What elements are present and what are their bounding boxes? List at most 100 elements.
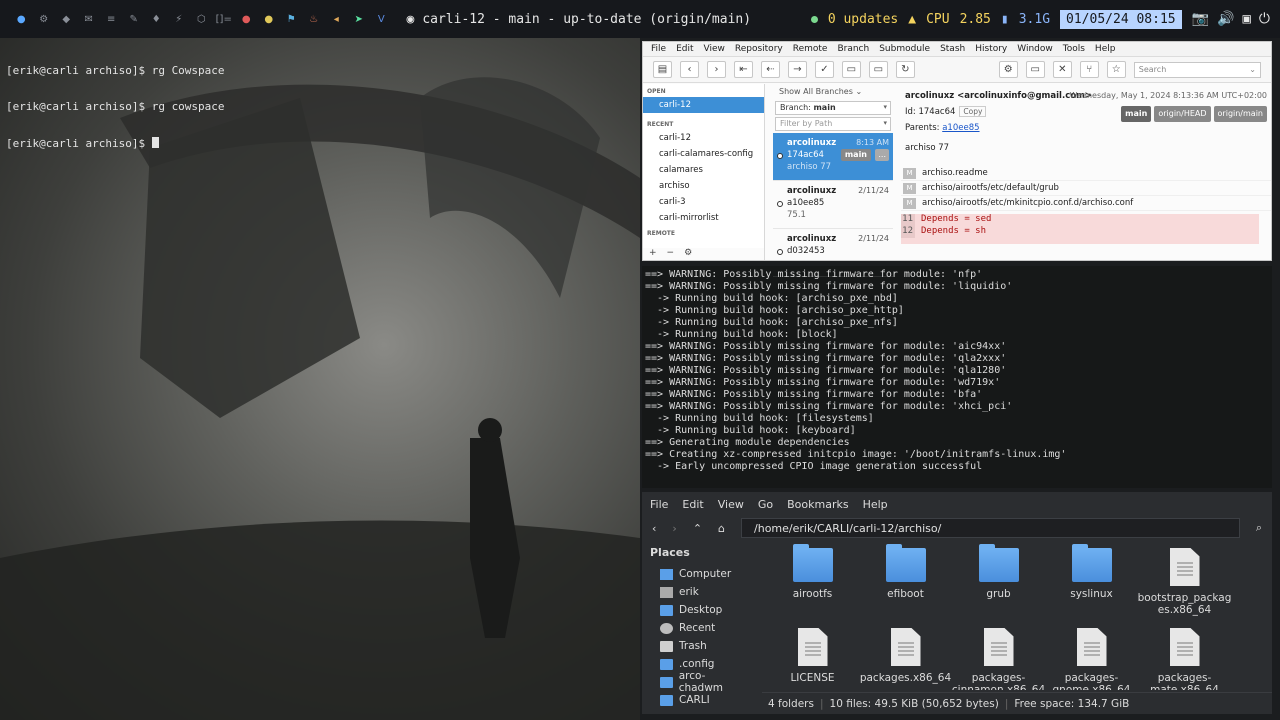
commit-row[interactable]: arcolinuxz a10ee85 75.1 2/11/24 bbox=[773, 181, 893, 229]
place-item[interactable]: erik bbox=[648, 583, 748, 601]
up-icon[interactable]: ⌃ bbox=[693, 522, 702, 535]
location-input[interactable]: /home/erik/CARLI/carli-12/archiso/ bbox=[741, 518, 1240, 538]
changed-file[interactable]: Marchiso/airootfs/etc/default/grub bbox=[901, 181, 1271, 196]
speaker-icon[interactable]: ◂ bbox=[325, 9, 348, 29]
folder-item[interactable]: grub bbox=[952, 544, 1045, 624]
refresh-icon[interactable]: ↻ bbox=[895, 61, 915, 78]
circle-icon[interactable]: ⚙ bbox=[33, 9, 56, 29]
list-icon[interactable]: ≡ bbox=[100, 9, 123, 29]
screenshot-icon[interactable]: 📷 bbox=[1192, 11, 1209, 27]
stash-icon[interactable]: ▭ bbox=[841, 61, 861, 78]
repo-item[interactable]: carli-mirrorlist bbox=[643, 210, 764, 226]
place-item[interactable]: Desktop bbox=[648, 601, 748, 619]
display-icon[interactable]: ▣ bbox=[1242, 11, 1250, 27]
forward-icon[interactable]: › bbox=[672, 522, 676, 535]
menu-branch[interactable]: Branch bbox=[837, 44, 869, 54]
file-item[interactable]: LICENSE bbox=[766, 624, 859, 690]
repo-item[interactable]: carli-3 bbox=[643, 194, 764, 210]
menu-edit[interactable]: Edit bbox=[682, 498, 703, 511]
repo-item[interactable]: carli-12 bbox=[643, 97, 764, 113]
changed-file[interactable]: Marchiso.readme bbox=[901, 166, 1271, 181]
menu-help[interactable]: Help bbox=[1095, 44, 1116, 54]
more-badge[interactable]: ... bbox=[875, 149, 889, 161]
search-input[interactable]: Search ⌄ bbox=[1133, 61, 1261, 78]
power-icon[interactable]: ⏻ bbox=[1259, 11, 1270, 27]
repo-item[interactable]: carli-calamares-config bbox=[643, 146, 764, 162]
red-icon[interactable]: ● bbox=[235, 9, 258, 29]
git-flow-icon[interactable]: ✕ bbox=[1052, 61, 1072, 78]
menu-tools[interactable]: Tools bbox=[1063, 44, 1085, 54]
parent-link[interactable]: a10ee85 bbox=[942, 123, 979, 133]
home-icon[interactable]: ⌂ bbox=[718, 522, 725, 535]
menu-remote[interactable]: Remote bbox=[793, 44, 828, 54]
dot-icon[interactable]: ● bbox=[258, 9, 281, 29]
path-filter-input[interactable]: Filter by Path ▾ bbox=[775, 117, 891, 131]
place-item[interactable]: Recent bbox=[648, 619, 748, 637]
clock[interactable]: 01/05/24 08:15 bbox=[1060, 9, 1182, 29]
menu-file[interactable]: File bbox=[651, 44, 666, 54]
remove-repo-icon[interactable]: − bbox=[667, 248, 675, 260]
changed-file[interactable]: Marchiso/airootfs/etc/mkinitcpio.conf.d/… bbox=[901, 196, 1271, 211]
push-icon[interactable]: → bbox=[787, 61, 807, 78]
menu-history[interactable]: History bbox=[975, 44, 1007, 54]
volume-icon[interactable]: 🔊 bbox=[1217, 11, 1234, 27]
bracket-icon[interactable]: []= bbox=[213, 9, 236, 29]
fire-icon[interactable]: ♨ bbox=[303, 9, 326, 29]
mail-icon[interactable]: ✉ bbox=[78, 9, 101, 29]
fetch-icon[interactable]: ⇠ bbox=[760, 61, 780, 78]
folder-item[interactable]: airootfs bbox=[766, 544, 859, 624]
shield-icon[interactable]: ◆ bbox=[55, 9, 78, 29]
menu-view[interactable]: View bbox=[704, 44, 725, 54]
star-icon[interactable]: ☆ bbox=[1106, 61, 1126, 78]
file-item[interactable]: bootstrap_packag es.x86_64 bbox=[1138, 544, 1231, 624]
commit-icon[interactable]: ✓ bbox=[814, 61, 834, 78]
drop-icon[interactable]: ♦ bbox=[145, 9, 168, 29]
add-repo-icon[interactable]: + bbox=[649, 248, 657, 260]
discard-icon[interactable]: ▭ bbox=[868, 61, 888, 78]
place-item[interactable]: arco-chadwm bbox=[648, 670, 748, 694]
branch-filter[interactable]: Show All Branches ⌄ bbox=[773, 84, 893, 99]
menu-window[interactable]: Window bbox=[1017, 44, 1053, 54]
menu-repository[interactable]: Repository bbox=[735, 44, 783, 54]
v-icon[interactable]: V bbox=[370, 9, 393, 29]
terminal-left[interactable]: [erik@carli archiso]$ rg Cowspace [erik@… bbox=[6, 41, 225, 162]
folder-item[interactable]: syslinux bbox=[1045, 544, 1138, 624]
repo-item[interactable]: carli-12 bbox=[643, 130, 764, 146]
back-icon[interactable]: ‹ bbox=[679, 61, 699, 78]
copy-button[interactable]: Copy bbox=[959, 106, 987, 117]
file-item[interactable]: packages.x86_64 bbox=[859, 624, 952, 690]
arch-icon[interactable]: ● bbox=[10, 9, 33, 29]
wrench-icon[interactable]: ✎ bbox=[123, 9, 146, 29]
branch-select[interactable]: Branch: main ▾ bbox=[775, 101, 891, 115]
menu-view[interactable]: View bbox=[718, 498, 744, 511]
forward-icon[interactable]: › bbox=[706, 61, 726, 78]
menu-stash[interactable]: Stash bbox=[940, 44, 965, 54]
sidebar-toggle-icon[interactable]: ▤ bbox=[653, 61, 672, 78]
branch-icon[interactable]: ⑂ bbox=[1079, 61, 1099, 78]
file-item[interactable]: packages- gnome.x86_64 bbox=[1045, 624, 1138, 690]
back-icon[interactable]: ‹ bbox=[652, 522, 656, 535]
menu-go[interactable]: Go bbox=[758, 498, 773, 511]
menu-edit[interactable]: Edit bbox=[676, 44, 693, 54]
search-icon[interactable]: ⌕ bbox=[1256, 521, 1262, 535]
repo-item[interactable]: archiso bbox=[643, 178, 764, 194]
pin-icon[interactable]: ⚑ bbox=[280, 9, 303, 29]
repo-item[interactable]: calamares bbox=[643, 162, 764, 178]
menu-submodule[interactable]: Submodule bbox=[879, 44, 930, 54]
settings-icon[interactable]: ⚙ bbox=[998, 61, 1018, 78]
terminal-icon[interactable]: ▭ bbox=[1025, 61, 1045, 78]
pull-icon[interactable]: ⇤ bbox=[733, 61, 753, 78]
menu-help[interactable]: Help bbox=[863, 498, 888, 511]
place-item[interactable]: Computer bbox=[648, 565, 748, 583]
commit-row[interactable]: arcolinuxz 174ac64 archiso 77 8:13 AM main..… bbox=[773, 133, 893, 181]
send-icon[interactable]: ➤ bbox=[348, 9, 371, 29]
gear-icon[interactable]: ⬡ bbox=[190, 9, 213, 29]
bolt-icon[interactable]: ⚡ bbox=[168, 9, 191, 29]
menu-file[interactable]: File bbox=[650, 498, 668, 511]
updates-label[interactable]: 0 updates bbox=[828, 12, 898, 27]
folder-item[interactable]: efiboot bbox=[859, 544, 952, 624]
terminal-build-output[interactable]: ==> WARNING: Possibly missing firmware f… bbox=[642, 266, 1272, 488]
file-item[interactable]: packages- mate.x86_64 bbox=[1138, 624, 1231, 690]
file-item[interactable]: packages- cinnamon.x86_64 bbox=[952, 624, 1045, 690]
menu-bookmarks[interactable]: Bookmarks bbox=[787, 498, 848, 511]
